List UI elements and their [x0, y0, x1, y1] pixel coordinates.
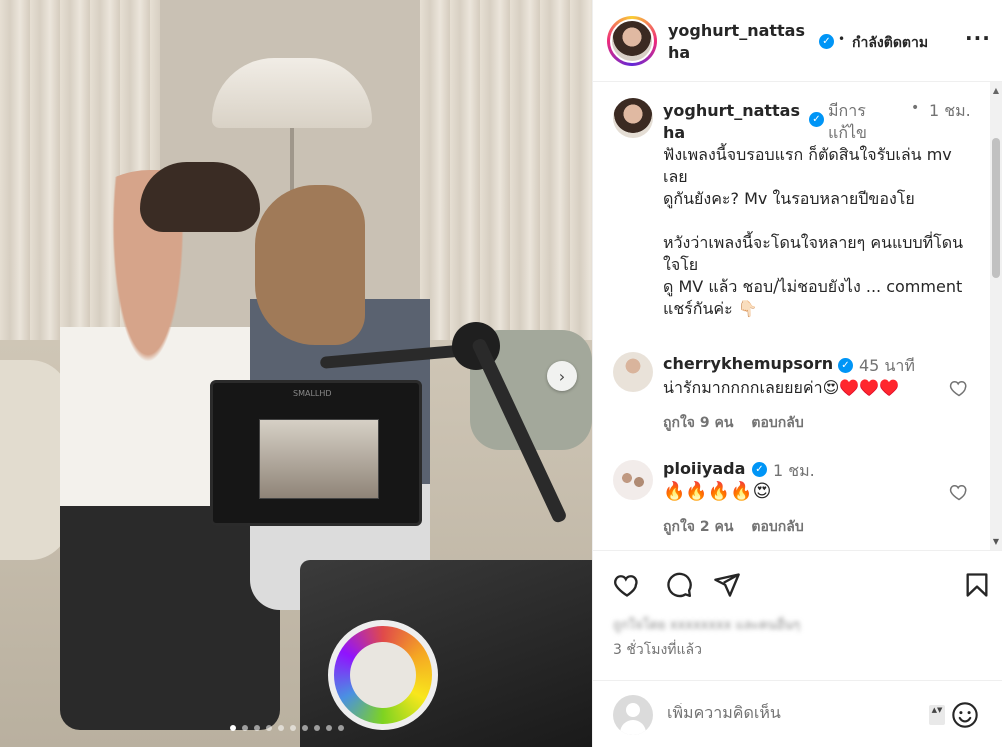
hair-woman [255, 185, 365, 345]
verified-icon: ✓ [838, 358, 853, 373]
heart-icon[interactable] [613, 571, 641, 599]
carousel-dot [254, 725, 260, 731]
avatar [610, 19, 654, 63]
carousel-dot [290, 725, 296, 731]
caption-avatar[interactable] [613, 98, 653, 138]
scroll-down-arrow[interactable]: ▼ [993, 537, 999, 546]
comment-avatar[interactable] [613, 460, 653, 500]
comment-meta: ถูกใจ 9 คน ตอบกลับ [663, 412, 804, 434]
comment-text: 🔥🔥🔥🔥😍 [663, 481, 772, 502]
following-button[interactable]: กำลังติดตาม [852, 32, 928, 54]
monitor-brand: SMALLHD [293, 389, 332, 398]
comment-heart-icon[interactable] [949, 482, 969, 502]
likes-summary[interactable]: ถูกใจโดย xxxxxxxx และคนอื่นๆ [613, 614, 973, 634]
action-bar [593, 550, 1002, 622]
hair-man [140, 162, 260, 232]
comment-input[interactable] [667, 703, 917, 722]
share-icon[interactable] [713, 571, 741, 599]
comment-heart-icon[interactable] [949, 378, 969, 398]
monitor-screen [259, 419, 379, 499]
comment-time[interactable]: 1 ชม. [773, 459, 815, 484]
carousel-dot [242, 725, 248, 731]
comment-username[interactable]: cherrykhemupsorn [663, 354, 833, 373]
carousel-dot [314, 725, 320, 731]
separator-dot: • [838, 32, 846, 46]
caption-text: ฟังเพลงนี้จบรอบแรก ก็ตัดสินใจรับเล่น mv … [663, 144, 973, 320]
bookmark-icon[interactable] [963, 571, 991, 599]
chevron-right-icon: › [558, 366, 566, 386]
post-timestamp[interactable]: 3 ชั่วโมงที่แล้ว [613, 639, 702, 661]
comment-likes[interactable]: ถูกใจ 2 คน [663, 516, 733, 538]
verified-icon: ✓ [819, 34, 834, 49]
carousel-dot [326, 725, 332, 731]
more-options-icon[interactable]: ··· [965, 26, 991, 50]
comment-avatar[interactable] [613, 352, 653, 392]
add-comment-bar: ▲▼ [593, 680, 1002, 747]
separator-dot: • [911, 100, 920, 116]
comments-section[interactable]: yoghurt_nattasha ✓ มีการแก้ไข • 1 ชม. ฟั… [593, 82, 1002, 550]
carousel-dots [230, 725, 344, 731]
caption-line: หวังว่าเพลงนี้จะโดนใจหลายๆ คนแบบที่โดนใจ… [663, 233, 964, 274]
scroll-thumb[interactable] [992, 138, 1000, 278]
post-header: yoghurt_nattasha ✓ • กำลังติดตาม ··· [593, 0, 1002, 82]
comment-meta: ถูกใจ 2 คน ตอบกลับ [663, 516, 804, 538]
user-avatar-placeholder [613, 695, 653, 735]
emoji-icon[interactable] [951, 701, 979, 729]
rainbow-filter-center [350, 642, 416, 708]
next-slide-button[interactable]: › [547, 361, 577, 391]
input-stepper[interactable]: ▲▼ [929, 705, 945, 725]
caption-time[interactable]: 1 ชม. [929, 100, 979, 122]
carousel-dot [230, 725, 236, 731]
edited-label: มีการแก้ไข [828, 101, 867, 142]
post-media[interactable]: SMALLHD › [0, 0, 592, 747]
carousel-dot [338, 725, 344, 731]
scroll-up-arrow[interactable]: ▲ [993, 86, 999, 95]
verified-icon: ✓ [752, 462, 767, 477]
caption-username[interactable]: yoghurt_nattasha [663, 100, 803, 144]
comment-likes[interactable]: ถูกใจ 9 คน [663, 412, 733, 434]
reply-button[interactable]: ตอบกลับ [751, 412, 803, 434]
verified-icon: ✓ [809, 112, 824, 127]
comment-icon[interactable] [665, 571, 693, 599]
caption-line: ดู MV แล้ว ชอบ/ไม่ชอบยังไง ... comment แ… [663, 277, 963, 318]
comments-scrollbar[interactable]: ▲ ▼ [990, 82, 1002, 550]
avatar-story-ring[interactable] [607, 16, 657, 66]
caption-line: ดูกันยังคะ? Mv ในรอบหลายปีของโย [663, 189, 915, 208]
carousel-dot [278, 725, 284, 731]
carousel-dot [266, 725, 272, 731]
caption-line: ฟังเพลงนี้จบรอบแรก ก็ตัดสินใจรับเล่น mv … [663, 145, 952, 186]
header-username[interactable]: yoghurt_nattasha [668, 20, 808, 64]
camera-monitor: SMALLHD [210, 380, 422, 526]
reply-button[interactable]: ตอบกลับ [751, 516, 803, 538]
post-panel: yoghurt_nattasha ✓ • กำลังติดตาม ··· yog… [592, 0, 1002, 747]
caption-line [663, 210, 973, 232]
comment-username[interactable]: ploiiyada [663, 459, 745, 478]
comment-text: น่ารักมากกกกเลยยยค่า😍♥️♥️♥️ [663, 378, 900, 397]
carousel-dot [302, 725, 308, 731]
